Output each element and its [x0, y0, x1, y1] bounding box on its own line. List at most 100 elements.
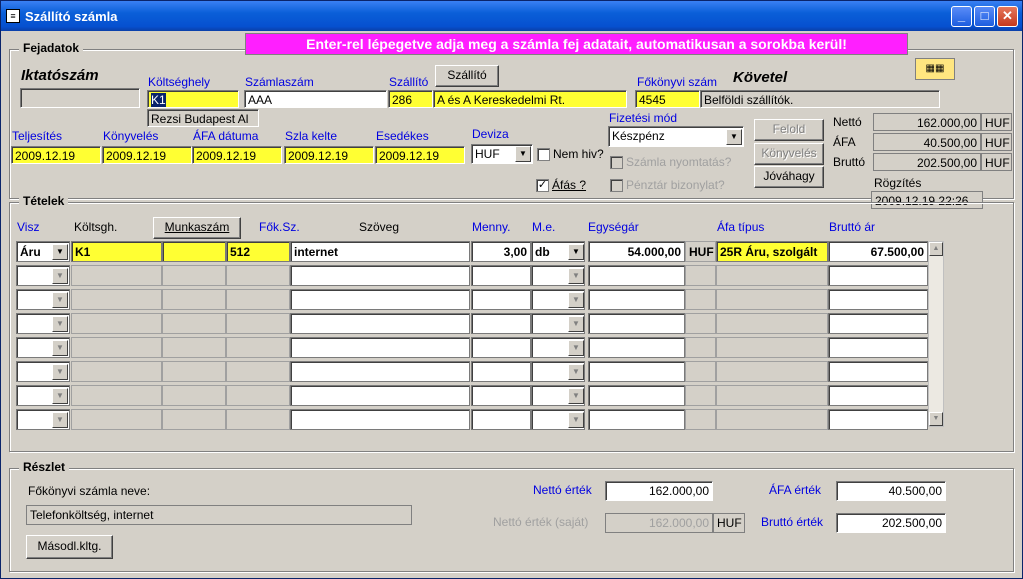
empty-cell[interactable]	[716, 337, 828, 358]
afa-tipus-cell[interactable]: 25R Áru, szolgált	[716, 241, 828, 262]
close-icon[interactable]: ✕	[997, 6, 1018, 27]
empty-cell[interactable]	[226, 289, 290, 310]
chevron-down-icon[interactable]: ▼	[568, 292, 584, 308]
empty-cell[interactable]	[162, 337, 226, 358]
empty-cell[interactable]	[716, 313, 828, 334]
empty-cell[interactable]	[226, 313, 290, 334]
minimize-icon[interactable]: _	[951, 6, 972, 27]
empty-cell[interactable]	[471, 361, 531, 382]
empty-cell[interactable]	[685, 337, 716, 358]
empty-cell[interactable]	[828, 313, 928, 334]
konyveles-field[interactable]: 2009.12.19	[102, 146, 192, 164]
szamlaszam-field[interactable]: AAA	[244, 90, 387, 108]
maximize-icon[interactable]: □	[974, 6, 995, 27]
chevron-down-icon[interactable]: ▼	[726, 129, 742, 145]
szamla-nyomtatas-checkbox[interactable]	[610, 156, 623, 169]
empty-cell[interactable]	[162, 265, 226, 286]
masodl-kltg-button[interactable]: Másodl.kltg.	[26, 535, 113, 559]
empty-cell[interactable]	[588, 385, 685, 406]
szallito-name-field[interactable]: A és A Kereskedelmi Rt.	[433, 90, 627, 108]
chevron-down-icon[interactable]: ▼	[52, 316, 68, 332]
chevron-down-icon[interactable]: ▼	[52, 412, 68, 428]
teljesites-field[interactable]: 2009.12.19	[11, 146, 101, 164]
chevron-down-icon[interactable]: ▼	[52, 268, 68, 284]
empty-cell[interactable]	[828, 337, 928, 358]
calculator-icon[interactable]: ▦▦	[915, 58, 955, 80]
chevron-down-icon[interactable]: ▼	[52, 292, 68, 308]
empty-cell[interactable]	[716, 361, 828, 382]
nem-hiv-checkbox[interactable]	[537, 148, 550, 161]
koltseghely-field[interactable]: K1	[147, 90, 239, 108]
empty-cell[interactable]	[226, 337, 290, 358]
szla-kelte-field[interactable]: 2009.12.19	[284, 146, 374, 164]
empty-cell[interactable]	[71, 385, 162, 406]
chevron-down-icon[interactable]: ▼	[52, 388, 68, 404]
afa-ertek-field[interactable]: 40.500,00	[836, 481, 946, 501]
empty-cell[interactable]	[71, 409, 162, 430]
items-scrollbar[interactable]: ▲ ▼	[928, 241, 944, 427]
empty-cell[interactable]	[588, 361, 685, 382]
empty-cell[interactable]	[685, 265, 716, 286]
penztar-bizonylat-checkbox[interactable]	[610, 179, 623, 192]
empty-cell[interactable]	[226, 265, 290, 286]
empty-cell[interactable]	[290, 361, 470, 382]
empty-cell[interactable]	[162, 385, 226, 406]
empty-cell[interactable]	[290, 385, 470, 406]
empty-cell[interactable]	[828, 361, 928, 382]
empty-cell[interactable]	[471, 289, 531, 310]
empty-cell[interactable]	[290, 337, 470, 358]
jovahagy-button[interactable]: Jóváhagy	[754, 166, 824, 188]
empty-cell[interactable]	[226, 409, 290, 430]
empty-cell[interactable]	[828, 289, 928, 310]
empty-cell[interactable]	[290, 313, 470, 334]
chevron-down-icon[interactable]: ▼	[52, 364, 68, 380]
empty-cell[interactable]	[828, 265, 928, 286]
fok-sz-cell[interactable]: 512	[226, 241, 290, 262]
netto-ertek-field[interactable]: 162.000,00	[605, 481, 713, 501]
munkaszam-cell[interactable]	[162, 241, 226, 262]
empty-cell[interactable]	[71, 337, 162, 358]
empty-cell[interactable]	[685, 385, 716, 406]
munkaszam-button[interactable]: Munkaszám	[153, 217, 241, 239]
empty-cell[interactable]	[162, 409, 226, 430]
fokonyvi-field[interactable]: 4545	[635, 90, 700, 108]
fizetesi-mod-select[interactable]: Készpénz	[608, 126, 744, 147]
empty-cell[interactable]	[162, 361, 226, 382]
esedekes-field[interactable]: 2009.12.19	[375, 146, 465, 164]
empty-cell[interactable]	[588, 313, 685, 334]
empty-cell[interactable]	[716, 385, 828, 406]
brutto-ertek-field[interactable]: 202.500,00	[836, 513, 946, 533]
empty-cell[interactable]	[290, 265, 470, 286]
koltsgh-cell[interactable]: K1	[71, 241, 162, 262]
chevron-down-icon[interactable]: ▼	[568, 412, 584, 428]
scroll-up-icon[interactable]: ▲	[929, 242, 943, 256]
chevron-down-icon[interactable]: ▼	[568, 340, 584, 356]
empty-cell[interactable]	[471, 385, 531, 406]
empty-cell[interactable]	[471, 313, 531, 334]
empty-cell[interactable]	[471, 337, 531, 358]
empty-cell[interactable]	[162, 313, 226, 334]
empty-cell[interactable]	[716, 265, 828, 286]
empty-cell[interactable]	[226, 385, 290, 406]
empty-cell[interactable]	[471, 265, 531, 286]
empty-cell[interactable]	[588, 265, 685, 286]
empty-cell[interactable]	[828, 385, 928, 406]
empty-cell[interactable]	[685, 361, 716, 382]
szallito-code-field[interactable]: 286	[388, 90, 433, 108]
empty-cell[interactable]	[71, 361, 162, 382]
empty-cell[interactable]	[588, 337, 685, 358]
chevron-down-icon[interactable]: ▼	[568, 364, 584, 380]
egysegar-cell[interactable]: 54.000,00	[588, 241, 685, 262]
menny-cell[interactable]: 3,00	[471, 241, 531, 262]
chevron-down-icon[interactable]: ▼	[568, 244, 584, 260]
chevron-down-icon[interactable]: ▼	[568, 388, 584, 404]
empty-cell[interactable]	[588, 409, 685, 430]
empty-cell[interactable]	[71, 289, 162, 310]
chevron-down-icon[interactable]: ▼	[568, 268, 584, 284]
empty-cell[interactable]	[685, 409, 716, 430]
empty-cell[interactable]	[290, 409, 470, 430]
chevron-down-icon[interactable]: ▼	[568, 316, 584, 332]
szoveg-cell[interactable]: internet	[290, 241, 470, 262]
empty-cell[interactable]	[716, 409, 828, 430]
afas-checkbox[interactable]: ✓	[536, 179, 549, 192]
